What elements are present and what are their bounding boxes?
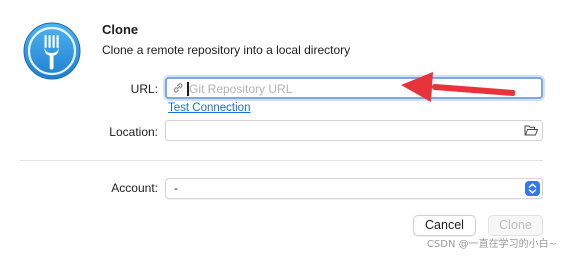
url-label: URL: xyxy=(130,82,158,96)
chevron-updown-icon xyxy=(525,181,540,196)
link-icon xyxy=(173,83,183,93)
clone-dialog: Clone Clone a remote repository into a l… xyxy=(0,0,563,256)
dialog-subtitle: Clone a remote repository into a local d… xyxy=(102,43,351,57)
location-field[interactable] xyxy=(165,120,543,141)
cancel-button[interactable]: Cancel xyxy=(413,215,476,236)
url-input[interactable] xyxy=(189,80,529,98)
fork-app-icon xyxy=(23,22,81,80)
test-connection-link[interactable]: Test Connection xyxy=(168,102,250,114)
account-select[interactable]: - xyxy=(165,178,543,199)
account-value: - xyxy=(174,181,178,195)
clone-button[interactable]: Clone xyxy=(488,215,543,236)
folder-icon[interactable] xyxy=(524,124,538,137)
watermark: CSDN @一直在学习的小白~ xyxy=(426,239,557,250)
divider xyxy=(20,160,543,161)
url-field[interactable] xyxy=(165,77,543,99)
account-label: Account: xyxy=(111,181,158,195)
dialog-title: Clone xyxy=(102,22,139,37)
location-label: Location: xyxy=(109,125,158,139)
